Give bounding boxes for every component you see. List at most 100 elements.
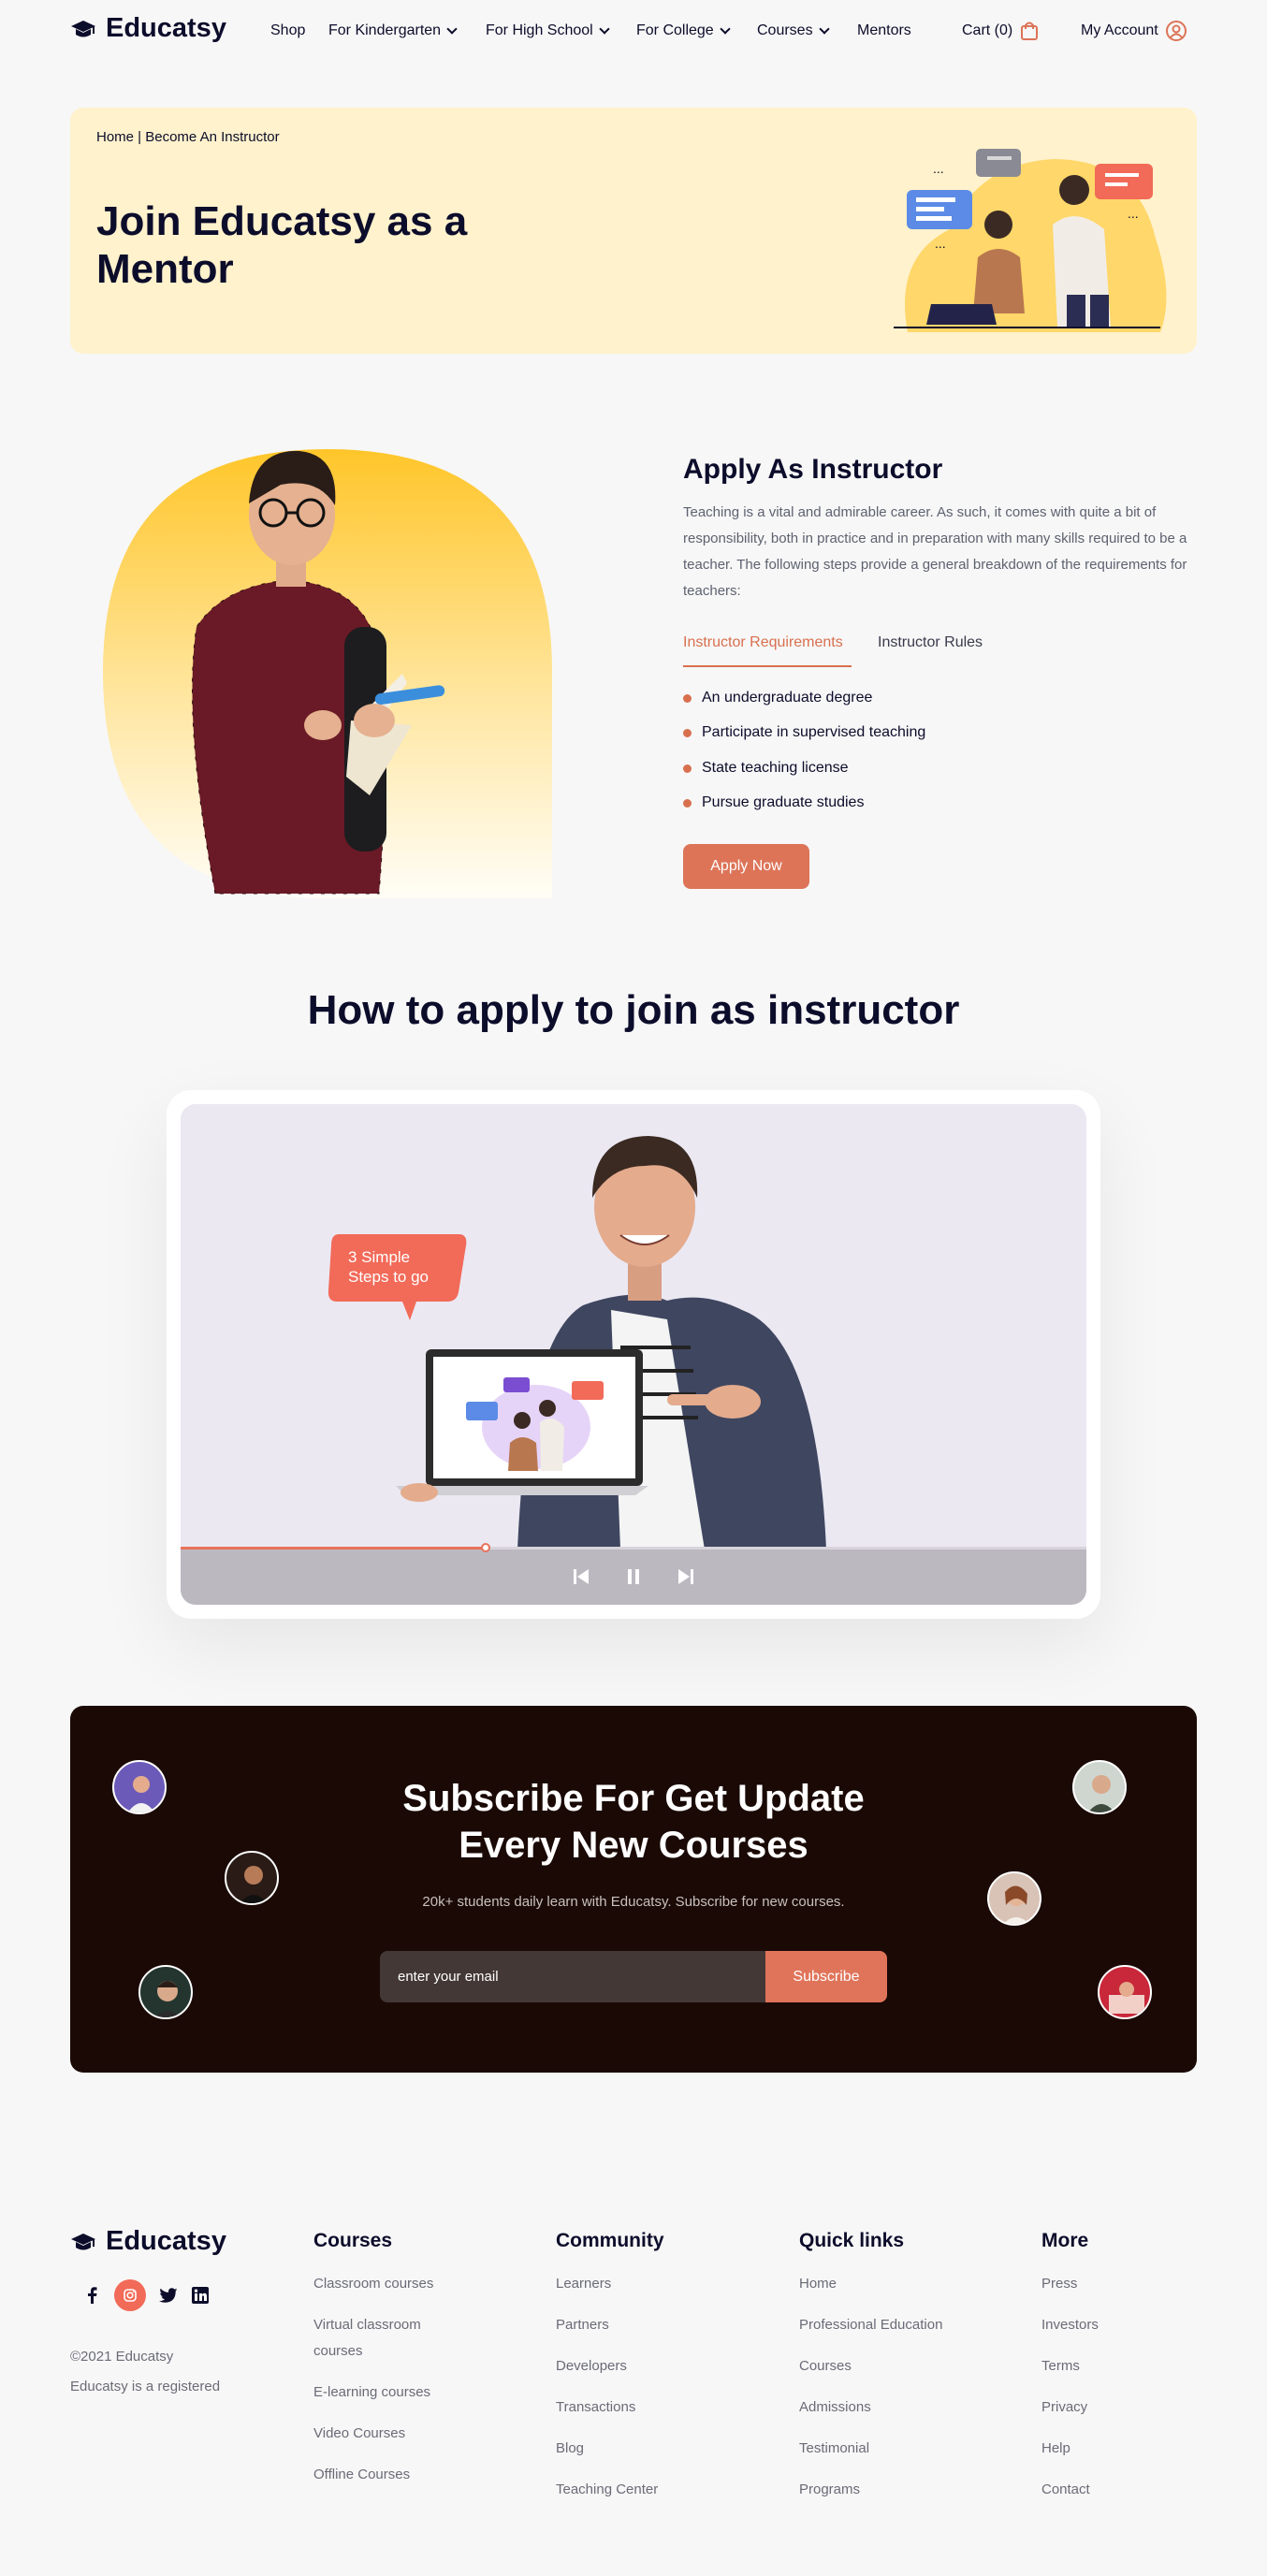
requirement-item: Participate in supervised teaching	[683, 724, 925, 741]
requirement-text: An undergraduate degree	[702, 690, 873, 706]
video-progress-fill	[181, 1547, 487, 1550]
requirement-item: Pursue graduate studies	[683, 794, 864, 811]
video-player[interactable]: 3 Simple Steps to go	[181, 1104, 1086, 1605]
chevron-down-icon	[818, 22, 830, 35]
footer-link[interactable]: Offline Courses	[313, 2462, 473, 2488]
footer-link[interactable]: Video Courses	[313, 2421, 473, 2447]
account-label: My Account	[1081, 22, 1158, 38]
nav-for-college[interactable]: For College	[636, 22, 731, 39]
nav-for-kindergarten[interactable]: For Kindergarten	[328, 22, 458, 39]
footer-column-quick-links: Quick links Home Professional Education …	[799, 2230, 1005, 2518]
cart-link[interactable]: Cart (0)	[962, 21, 1039, 41]
video-card: 3 Simple Steps to go	[167, 1090, 1100, 1619]
bubble-text: 3 Simple Steps to go	[348, 1248, 430, 1286]
footer-link[interactable]: Blog	[556, 2436, 743, 2462]
student-avatar	[1098, 1965, 1152, 2019]
previous-track-icon[interactable]	[569, 1565, 593, 1589]
user-circle-icon	[1165, 21, 1187, 41]
speech-bubble: 3 Simple Steps to go	[328, 1232, 468, 1326]
nav-mentors[interactable]: Mentors	[857, 22, 911, 39]
copyright-text: ©2021 Educatsy	[70, 2349, 174, 2365]
footer-link[interactable]: Professional Education	[799, 2312, 1005, 2338]
footer-link[interactable]: Teaching Center	[556, 2477, 743, 2503]
bullet-dot-icon	[683, 728, 692, 737]
footer-link[interactable]: Learners	[556, 2271, 743, 2297]
nav-college-label: For College	[636, 22, 714, 38]
graduation-cap-icon	[71, 2233, 95, 2249]
subscribe-button[interactable]: Subscribe	[765, 1951, 887, 2002]
chevron-down-icon	[599, 22, 610, 35]
footer-link[interactable]: E-learning courses	[313, 2380, 473, 2406]
email-input[interactable]: enter your email	[380, 1951, 765, 2002]
footer-link[interactable]: Courses	[799, 2353, 1005, 2380]
requirement-text: Participate in supervised teaching	[702, 724, 926, 740]
footer-note: Educatsy is a registered	[70, 2379, 221, 2394]
linkedin-icon[interactable]	[184, 2279, 216, 2311]
footer-link[interactable]: Virtual classroom courses	[313, 2312, 473, 2365]
chevron-down-icon	[446, 22, 458, 35]
my-account-link[interactable]: My Account	[1081, 21, 1187, 41]
footer-link[interactable]: Admissions	[799, 2394, 1005, 2421]
brand-logo[interactable]: Educatsy	[70, 13, 226, 44]
bullet-dot-icon	[683, 798, 692, 808]
pause-icon[interactable]	[621, 1565, 646, 1589]
requirement-text: Pursue graduate studies	[702, 794, 865, 810]
page-title: Join Educatsy as a Mentor	[96, 198, 468, 292]
bullet-dot-icon	[683, 693, 692, 703]
footer-link[interactable]: Home	[799, 2271, 1005, 2297]
footer-link[interactable]: Classroom courses	[313, 2271, 473, 2297]
active-tab-indicator	[683, 665, 852, 667]
footer-link[interactable]: Terms	[1041, 2353, 1191, 2380]
requirement-item: State teaching license	[683, 760, 849, 777]
subscribe-title: Subscribe For Get Update Every New Cours…	[70, 1775, 1197, 1869]
svg-text:...: ...	[933, 161, 944, 176]
nav-kindergarten-label: For Kindergarten	[328, 22, 442, 38]
tab-instructor-requirements[interactable]: Instructor Requirements	[683, 634, 843, 651]
brand-name: Educatsy	[106, 13, 226, 43]
student-avatar	[138, 1965, 193, 2019]
how-to-title: How to apply to join as instructor	[307, 987, 960, 1033]
footer-link[interactable]: Privacy	[1041, 2394, 1191, 2421]
nav-shop[interactable]: Shop	[270, 22, 305, 39]
footer-column-community: Community Learners Partners Developers T…	[556, 2230, 743, 2518]
chevron-down-icon	[720, 22, 731, 35]
footer-link[interactable]: Developers	[556, 2353, 743, 2380]
footer-link[interactable]: Transactions	[556, 2394, 743, 2421]
svg-text:...: ...	[1128, 206, 1139, 221]
nav-courses[interactable]: Courses	[757, 22, 830, 39]
subscribe-section: Subscribe For Get Update Every New Cours…	[70, 1706, 1197, 2073]
breadcrumb: Home | Become An Instructor	[96, 129, 280, 145]
twitter-icon[interactable]	[153, 2279, 184, 2311]
nav-for-high-school[interactable]: For High School	[486, 22, 610, 39]
nav-shop-label: Shop	[270, 22, 306, 38]
next-track-icon[interactable]	[674, 1565, 698, 1589]
footer-link[interactable]: Investors	[1041, 2312, 1191, 2338]
footer-link[interactable]: Partners	[556, 2312, 743, 2338]
nav-courses-label: Courses	[757, 22, 813, 38]
requirement-item: An undergraduate degree	[683, 690, 872, 706]
footer-column-more: More Press Investors Terms Privacy Help …	[1041, 2230, 1191, 2518]
tab-instructor-rules[interactable]: Instructor Rules	[878, 634, 983, 651]
cart-label: Cart (0)	[962, 22, 1013, 38]
footer-link[interactable]: Help	[1041, 2436, 1191, 2462]
apply-now-button[interactable]: Apply Now	[683, 844, 809, 889]
footer-link[interactable]: Testimonial	[799, 2436, 1005, 2462]
hero-banner: Home | Become An Instructor Join Educats…	[70, 108, 1197, 354]
instructor-photo	[103, 449, 552, 898]
footer-brand-logo[interactable]: Educatsy	[70, 2226, 226, 2257]
apply-title: Apply As Instructor	[683, 454, 943, 485]
footer-column-title: Courses	[313, 2230, 393, 2251]
footer-link[interactable]: Contact	[1041, 2477, 1191, 2503]
footer-column-title: Quick links	[799, 2230, 905, 2251]
mentoring-illustration: ... ... ...	[894, 149, 1167, 332]
subscribe-subtitle: 20k+ students daily learn with Educatsy.…	[422, 1894, 845, 1910]
shopping-bag-icon	[1021, 22, 1039, 40]
bullet-dot-icon	[683, 764, 692, 773]
footer-link[interactable]: Press	[1041, 2271, 1191, 2297]
nav-high-school-label: For High School	[486, 22, 593, 38]
footer-link[interactable]: Programs	[799, 2477, 1005, 2503]
facebook-icon[interactable]	[76, 2279, 108, 2311]
subscribe-title-text: Subscribe For Get Update Every New Cours…	[402, 1778, 865, 1866]
apply-description: Teaching is a vital and admirable career…	[683, 504, 1187, 599]
instagram-icon[interactable]	[114, 2279, 146, 2311]
